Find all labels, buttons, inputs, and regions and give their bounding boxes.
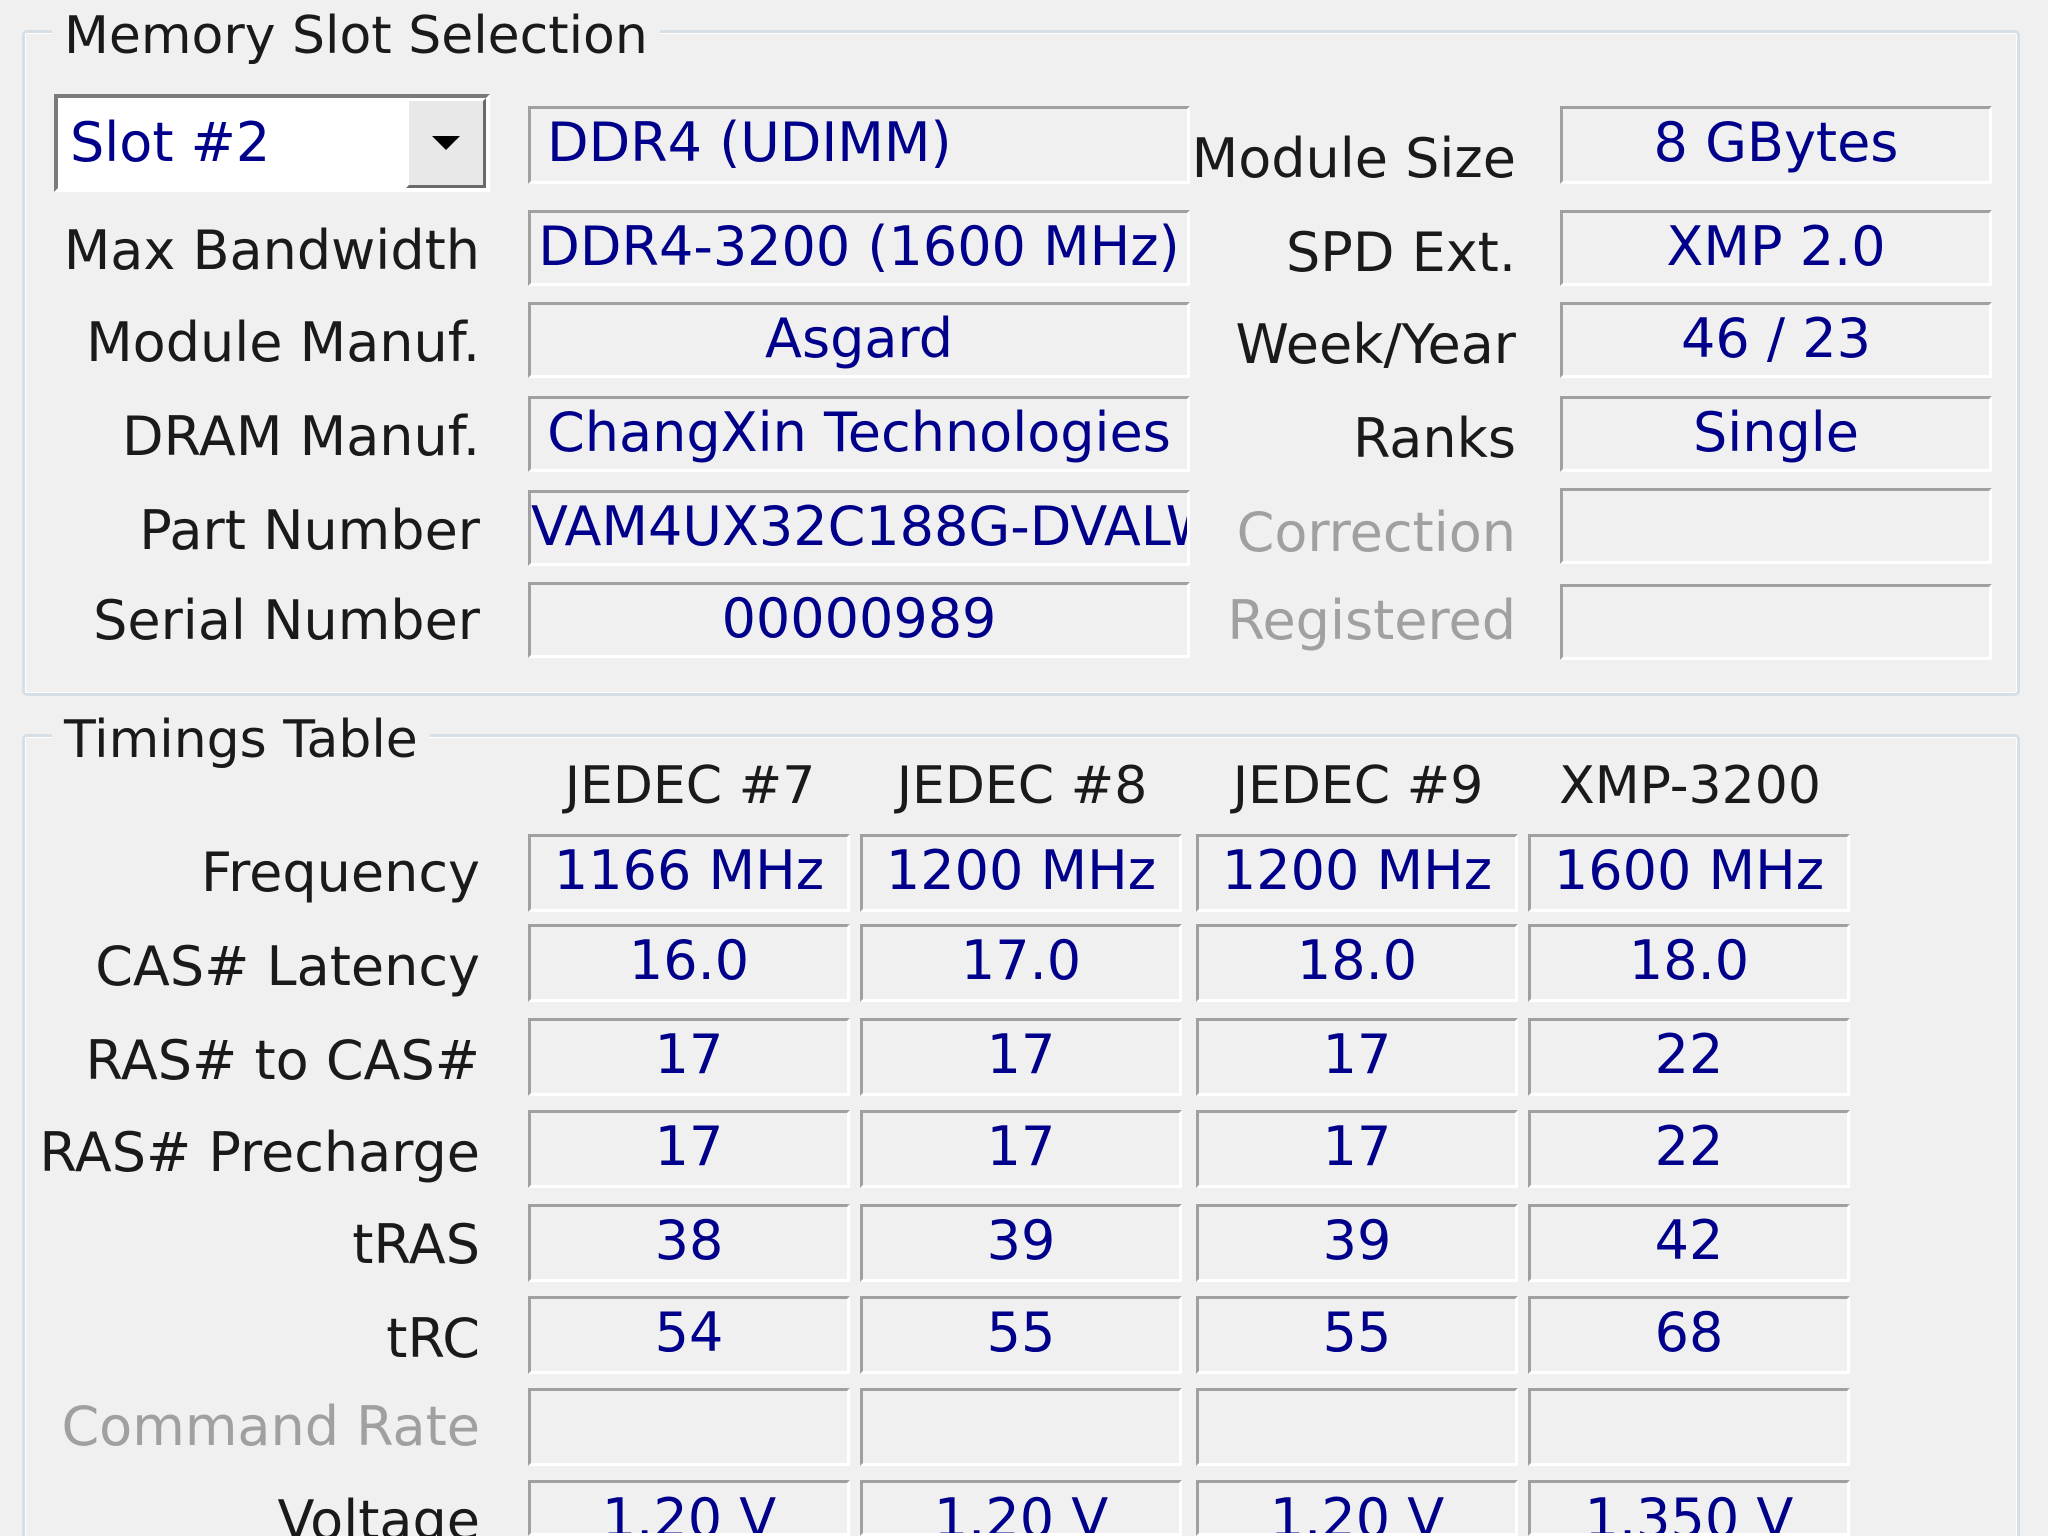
timing-cell: 55 xyxy=(1196,1296,1518,1374)
timing-cell: 17 xyxy=(1196,1110,1518,1188)
tras-label: tRAS xyxy=(352,1213,480,1276)
module-size-label: Module Size xyxy=(1191,127,1516,190)
timing-cell xyxy=(1196,1388,1518,1466)
timing-cell: 39 xyxy=(1196,1204,1518,1282)
module-manuf-label: Module Manuf. xyxy=(86,311,480,374)
voltage-label: Voltage xyxy=(277,1489,480,1536)
slot-select-value: Slot #2 xyxy=(70,111,271,174)
timings-col-header: JEDEC #8 xyxy=(896,756,1148,816)
serial-number-label: Serial Number xyxy=(93,589,480,652)
timing-cell: 17 xyxy=(528,1018,850,1096)
part-number-field: VAM4UX32C188G-DVALWN xyxy=(528,490,1190,566)
timing-cell: 1.20 V xyxy=(860,1480,1182,1536)
cas-latency-label: CAS# Latency xyxy=(95,935,480,998)
timing-cell: 1.20 V xyxy=(1196,1480,1518,1536)
timing-cell xyxy=(860,1388,1182,1466)
dram-manuf-label: DRAM Manuf. xyxy=(122,405,480,468)
timing-cell xyxy=(1528,1388,1850,1466)
ranks-field: Single xyxy=(1560,396,1992,472)
timing-cell: 54 xyxy=(528,1296,850,1374)
module-type-field: DDR4 (UDIMM) xyxy=(528,106,1190,184)
timings-group-title: Timings Table xyxy=(52,710,430,770)
ras-precharge-label: RAS# Precharge xyxy=(39,1121,480,1184)
timing-cell: 18.0 xyxy=(1196,924,1518,1002)
timing-cell: 17.0 xyxy=(860,924,1182,1002)
timing-cell: 17 xyxy=(1196,1018,1518,1096)
trc-label: tRC xyxy=(386,1307,480,1370)
spd-ext-field: XMP 2.0 xyxy=(1560,210,1992,286)
dram-manuf-field: ChangXin Technologies xyxy=(528,396,1190,472)
serial-number-field: 00000989 xyxy=(528,582,1190,658)
correction-field xyxy=(1560,488,1992,564)
part-number-label: Part Number xyxy=(139,499,480,562)
timing-cell xyxy=(528,1388,850,1466)
chevron-down-icon xyxy=(432,136,460,150)
memory-slot-group-title: Memory Slot Selection xyxy=(52,6,660,66)
module-size-field: 8 GBytes xyxy=(1560,106,1992,184)
timing-cell: 17 xyxy=(528,1110,850,1188)
slot-select-dropdown-button[interactable] xyxy=(406,98,486,188)
slot-select[interactable]: Slot #2 xyxy=(54,94,490,192)
timings-col-header: JEDEC #9 xyxy=(1232,756,1484,816)
command-rate-label: Command Rate xyxy=(61,1395,480,1458)
timing-cell: 42 xyxy=(1528,1204,1850,1282)
timing-cell: 1200 MHz xyxy=(860,834,1182,912)
max-bandwidth-label: Max Bandwidth xyxy=(63,219,480,282)
timing-cell: 22 xyxy=(1528,1110,1850,1188)
timing-cell: 38 xyxy=(528,1204,850,1282)
ranks-label: Ranks xyxy=(1352,407,1516,470)
timing-cell: 68 xyxy=(1528,1296,1850,1374)
timing-cell: 39 xyxy=(860,1204,1182,1282)
timing-cell: 1166 MHz xyxy=(528,834,850,912)
timing-cell: 1600 MHz xyxy=(1528,834,1850,912)
week-year-field: 46 / 23 xyxy=(1560,302,1992,378)
week-year-label: Week/Year xyxy=(1235,313,1516,376)
timing-cell: 17 xyxy=(860,1110,1182,1188)
timing-cell: 1200 MHz xyxy=(1196,834,1518,912)
module-manuf-field: Asgard xyxy=(528,302,1190,378)
frequency-label: Frequency xyxy=(201,841,480,904)
timing-cell: 55 xyxy=(860,1296,1182,1374)
timing-cell: 18.0 xyxy=(1528,924,1850,1002)
registered-label: Registered xyxy=(1227,589,1516,652)
spd-ext-label: SPD Ext. xyxy=(1285,221,1516,284)
timing-cell: 22 xyxy=(1528,1018,1850,1096)
max-bandwidth-field: DDR4-3200 (1600 MHz) xyxy=(528,210,1190,286)
timing-cell: 1.350 V xyxy=(1528,1480,1850,1536)
timing-cell: 16.0 xyxy=(528,924,850,1002)
registered-field xyxy=(1560,584,1992,660)
timings-col-header: JEDEC #7 xyxy=(564,756,816,816)
timing-cell: 1.20 V xyxy=(528,1480,850,1536)
correction-label: Correction xyxy=(1236,501,1516,564)
timings-col-header: XMP-3200 xyxy=(1559,756,1821,816)
ras-to-cas-label: RAS# to CAS# xyxy=(85,1029,480,1092)
timing-cell: 17 xyxy=(860,1018,1182,1096)
